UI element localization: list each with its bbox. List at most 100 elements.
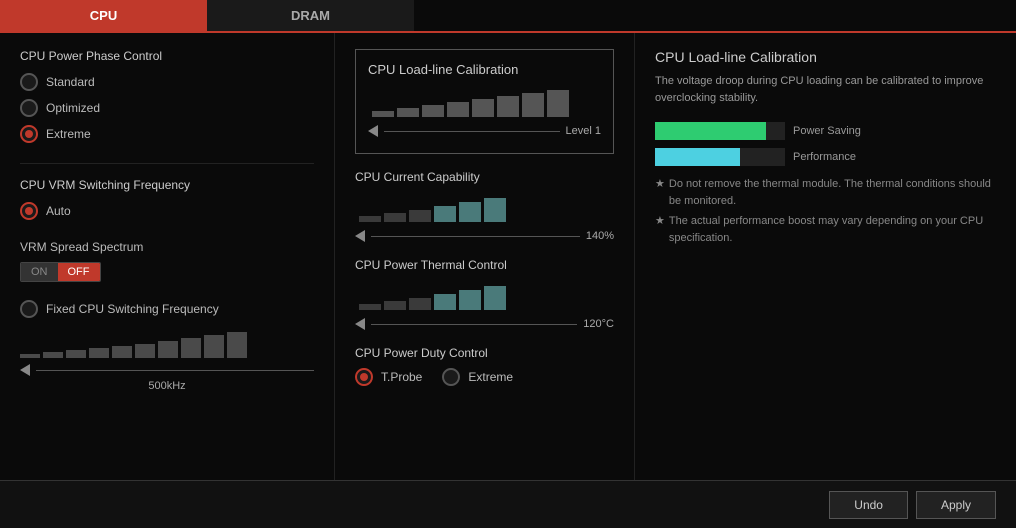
toggle-off-btn[interactable]: OFF: [58, 263, 100, 281]
current-cap-section: CPU Current Capability 140%: [355, 170, 614, 242]
toggle-on-btn[interactable]: ON: [21, 263, 58, 281]
radio-fixed[interactable]: Fixed CPU Switching Frequency: [20, 300, 314, 318]
radio-auto[interactable]: Auto: [20, 202, 314, 220]
calib-slider-triangle: [368, 125, 378, 137]
bar-fill-performance: [655, 148, 740, 166]
radio-label-optimized: Optimized: [46, 101, 100, 115]
divider-1: [20, 163, 314, 164]
duty-label-tprobe: T.Probe: [381, 370, 422, 384]
cc-slider-line: [371, 236, 580, 237]
th-bar-1: [359, 304, 381, 310]
radio-label-standard: Standard: [46, 75, 95, 89]
vrm-spread-row: VRM Spread Spectrum: [20, 240, 314, 254]
th-bar-2: [384, 301, 406, 310]
freq-slider-triangle: [20, 364, 30, 376]
calib-slider-row: Level 1: [368, 125, 601, 137]
apply-button[interactable]: Apply: [916, 491, 996, 519]
th-slider-row: 120°C: [355, 318, 614, 330]
cc-bar-3: [409, 210, 431, 222]
radio-standard[interactable]: Standard: [20, 73, 314, 91]
stair-5: [472, 99, 494, 117]
bar-label-power-saving: Power Saving: [793, 125, 861, 137]
freq-bar-2: [43, 352, 63, 358]
radio-circle-auto: [20, 202, 38, 220]
stair-4: [447, 102, 469, 117]
duty-radio-group: T.Probe Extreme: [355, 368, 614, 386]
duty-tprobe[interactable]: T.Probe: [355, 368, 422, 386]
freq-value: 500kHz: [20, 380, 314, 392]
vrm-title: CPU VRM Switching Frequency: [20, 178, 314, 192]
duty-circle-extreme: [442, 368, 460, 386]
bar-performance: Performance: [655, 148, 996, 166]
freq-bar-4: [89, 348, 109, 358]
bar-label-performance: Performance: [793, 151, 856, 163]
bar-container-performance: [655, 148, 785, 166]
tab-cpu[interactable]: CPU: [0, 0, 207, 31]
radio-extreme[interactable]: Extreme: [20, 125, 314, 143]
stair-3: [422, 105, 444, 117]
th-bar-6: [484, 286, 506, 310]
current-cap-title: CPU Current Capability: [355, 170, 614, 184]
cc-bar-6: [484, 198, 506, 222]
radio-circle-fixed: [20, 300, 38, 318]
radio-circle-optimized: [20, 99, 38, 117]
stair-1: [372, 111, 394, 117]
middle-panel: CPU Load-line Calibration Level 1 CPU Cu…: [335, 33, 635, 480]
note-text-1: Do not remove the thermal module. The th…: [669, 176, 996, 209]
stair-6: [497, 96, 519, 117]
tab-bar: CPU DRAM: [0, 0, 1016, 33]
duty-circle-tprobe: [355, 368, 373, 386]
note-1: ★ Do not remove the thermal module. The …: [655, 176, 996, 209]
phase-radio-group: Standard Optimized Extreme: [20, 73, 314, 143]
th-value: 120°C: [583, 318, 614, 330]
freq-bar-9: [204, 335, 224, 358]
th-bar-4: [434, 294, 456, 310]
bar-power-saving: Power Saving: [655, 122, 996, 140]
note-text-2: The actual performance boost may vary de…: [669, 213, 996, 246]
cc-slider-row: 140%: [355, 230, 614, 242]
phase-control-title: CPU Power Phase Control: [20, 49, 314, 63]
th-bar-5: [459, 290, 481, 310]
calib-level: Level 1: [566, 125, 601, 137]
cc-bar-1: [359, 216, 381, 222]
vrm-radio-group: Auto: [20, 202, 314, 220]
radio-label-extreme: Extreme: [46, 127, 91, 141]
radio-label-fixed: Fixed CPU Switching Frequency: [46, 302, 219, 316]
freq-bar-3: [66, 350, 86, 358]
note-star-1: ★: [655, 176, 665, 209]
undo-button[interactable]: Undo: [829, 491, 908, 519]
bar-fill-power-saving: [655, 122, 766, 140]
duty-label-extreme: Extreme: [468, 370, 513, 384]
calib-box: CPU Load-line Calibration Level 1: [355, 49, 614, 154]
freq-bar-8: [181, 338, 201, 358]
stair-2: [397, 108, 419, 117]
duty-title: CPU Power Duty Control: [355, 346, 614, 360]
cc-value: 140%: [586, 230, 614, 242]
cc-bar-2: [384, 213, 406, 222]
calib-slider-line: [384, 131, 560, 132]
freq-bar-7: [158, 341, 178, 358]
tab-dram[interactable]: DRAM: [207, 0, 414, 31]
main-content: CPU Power Phase Control Standard Optimiz…: [0, 33, 1016, 480]
thermal-title: CPU Power Thermal Control: [355, 258, 614, 272]
duty-extreme[interactable]: Extreme: [442, 368, 513, 386]
freq-bar-5: [112, 346, 132, 358]
freq-bar-6: [135, 344, 155, 358]
radio-optimized[interactable]: Optimized: [20, 99, 314, 117]
radio-circle-extreme: [20, 125, 38, 143]
right-desc: The voltage droop during CPU loading can…: [655, 73, 996, 106]
freq-bar-10: [227, 332, 247, 358]
notes-section: ★ Do not remove the thermal module. The …: [655, 176, 996, 246]
right-panel: CPU Load-line Calibration The voltage dr…: [635, 33, 1016, 480]
freq-slider-bars: [20, 330, 314, 358]
duty-section: CPU Power Duty Control T.Probe Extreme: [355, 346, 614, 386]
note-star-2: ★: [655, 213, 665, 246]
th-slider-triangle: [355, 318, 365, 330]
vrm-spread-label: VRM Spread Spectrum: [20, 240, 143, 254]
toggle-switch[interactable]: ON OFF: [20, 262, 101, 282]
freq-bar-1: [20, 354, 40, 358]
freq-slider-line: [36, 370, 314, 371]
stair-7: [522, 93, 544, 117]
th-slider-line: [371, 324, 577, 325]
thermal-staircase: [355, 280, 614, 310]
